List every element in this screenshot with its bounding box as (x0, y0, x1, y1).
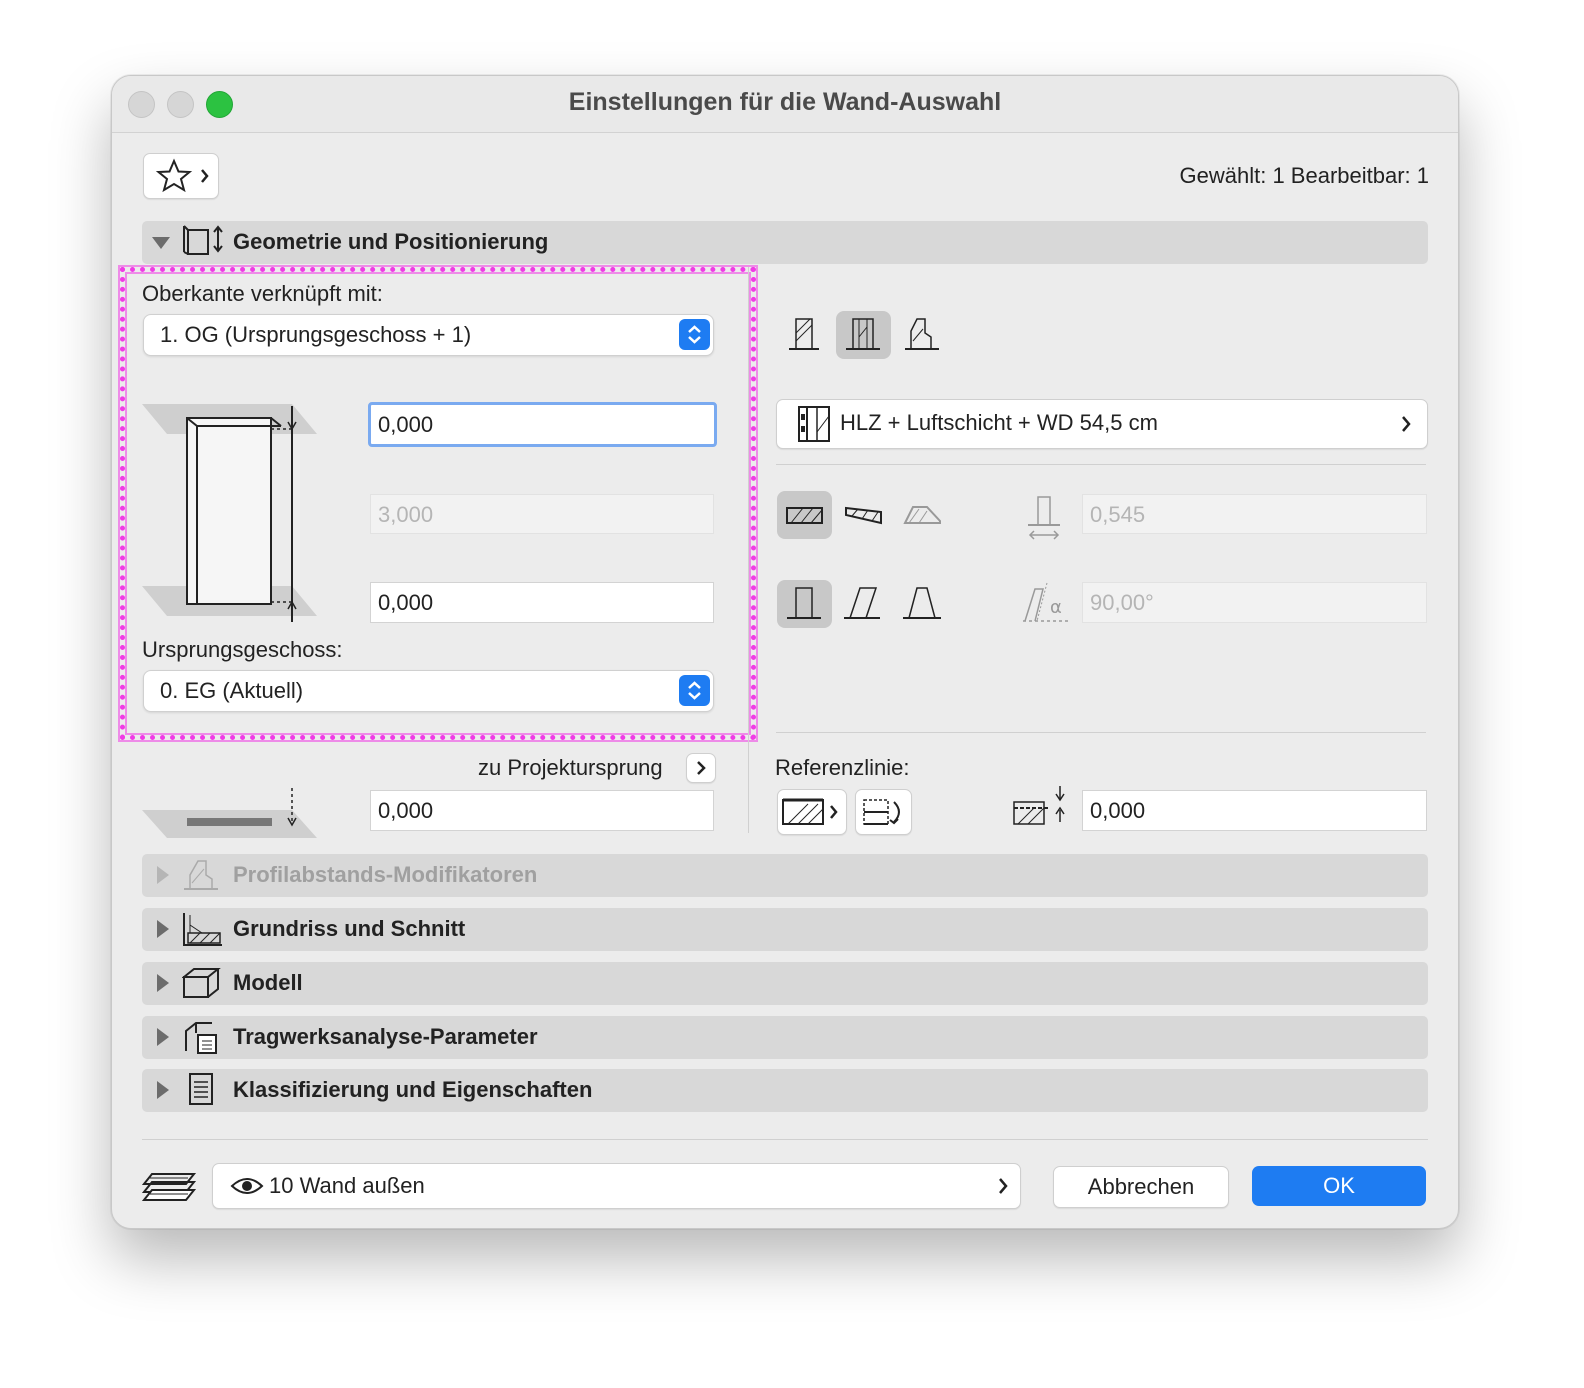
angle-icon: α (1023, 582, 1069, 622)
section-classification-label: Klassifizierung und Eigenschaften (233, 1077, 593, 1102)
wall-geometry-trapezoid-button[interactable] (836, 491, 891, 539)
layer-select[interactable]: 10 Wand außen (212, 1163, 1021, 1209)
chevron-right-icon (697, 761, 706, 775)
profile-modifier-icon (184, 860, 218, 890)
title-bar: Einstellungen für die Wand-Auswahl (112, 76, 1458, 133)
section-profile-modifiers[interactable]: Profilabstands-Modifikatoren (142, 854, 1428, 897)
wall-geometry-polygon-button[interactable] (895, 491, 950, 539)
composite-value: HLZ + Luftschicht + WD 54,5 cm (840, 410, 1158, 435)
cancel-button[interactable]: Abbrechen (1053, 1166, 1229, 1208)
star-icon (155, 158, 209, 193)
flip-reference-button[interactable] (855, 789, 912, 835)
reference-line-select-button[interactable] (777, 789, 847, 835)
section-floorplan-label: Grundriss und Schnitt (233, 916, 466, 941)
wall-slanted-icon (844, 587, 880, 619)
disclosure-closed-icon (157, 920, 169, 938)
project-zero-diagram (142, 788, 317, 838)
model-icon (182, 968, 221, 998)
reference-line-icon (782, 798, 838, 825)
composite-structure-icon (798, 406, 830, 442)
wall-straight-plan-icon (786, 507, 823, 524)
project-zero-label: zu Projektursprung (478, 755, 663, 780)
layer-icon (142, 1173, 197, 1201)
project-zero-input[interactable]: 0,000 (370, 790, 714, 831)
section-geometry[interactable]: Geometrie und Positionierung (142, 221, 1428, 264)
project-zero-chevron-button[interactable] (686, 753, 716, 783)
section-structural-label: Tragwerksanalyse-Parameter (233, 1024, 538, 1049)
highlight-frame (120, 267, 756, 740)
footer-separator (142, 1139, 1428, 1140)
section-floorplan[interactable]: Grundriss und Schnitt (142, 908, 1428, 951)
eye-icon (230, 1178, 264, 1194)
wall-type-composite-button[interactable] (836, 311, 891, 359)
composite-select[interactable]: HLZ + Luftschicht + WD 54,5 cm (776, 399, 1428, 449)
chevron-right-icon (1402, 416, 1411, 432)
wall-straight-icon (789, 318, 819, 350)
wall-profile-icon (905, 318, 939, 350)
reference-offset-input[interactable]: 0,000 (1082, 790, 1427, 831)
section-profile-label: Profilabstands-Modifikatoren (233, 862, 538, 887)
section-geometry-label: Geometrie und Positionierung (233, 229, 549, 254)
wall-trapezoid-plan-icon (845, 506, 882, 525)
wall-inclination-vertical-button[interactable] (777, 580, 832, 628)
chevron-right-icon (999, 1178, 1008, 1194)
reference-offset-icon (1013, 786, 1065, 825)
disclosure-closed-icon (157, 1028, 169, 1046)
wall-geometry-straight-button[interactable] (777, 491, 832, 539)
wall-type-straight-button[interactable] (777, 311, 832, 359)
wall-settings-dialog: Einstellungen für die Wand-Auswahl Gewäh… (111, 75, 1459, 1229)
floorplan-section-icon (183, 913, 222, 946)
disclosure-closed-icon (157, 866, 169, 884)
structural-analysis-icon (185, 1022, 217, 1054)
section-structural[interactable]: Tragwerksanalyse-Parameter (142, 1016, 1428, 1059)
layer-value: 10 Wand außen (269, 1173, 425, 1198)
wall-inclination-slanted-button[interactable] (836, 580, 891, 628)
wall-polygon-plan-icon (903, 506, 941, 524)
section-classification[interactable]: Klassifizierung und Eigenschaften (142, 1069, 1428, 1112)
flip-icon (863, 799, 900, 825)
disclosure-closed-icon (157, 1081, 169, 1099)
wall-inclination-double-slanted-button[interactable] (895, 580, 950, 628)
reference-separator (776, 732, 1426, 733)
wall-double-slanted-icon (903, 587, 941, 619)
disclosure-open-icon (152, 237, 170, 249)
column-separator (748, 267, 749, 833)
wall-type-profile-button[interactable] (895, 311, 950, 359)
geometry-icon (183, 225, 223, 255)
angle-input: 90,00° (1082, 582, 1427, 623)
wall-composite-icon (846, 318, 880, 350)
svg-text:α: α (1050, 597, 1062, 618)
composite-separator (776, 464, 1426, 465)
favorites-button[interactable] (143, 153, 219, 199)
document-icon (189, 1073, 213, 1105)
section-model-label: Modell (233, 970, 303, 995)
section-model[interactable]: Modell (142, 962, 1428, 1005)
thickness-input: 0,545 (1082, 494, 1427, 534)
wall-vertical-icon (787, 587, 821, 619)
thickness-icon (1028, 496, 1060, 540)
reference-line-label: Referenzlinie: (775, 755, 910, 780)
disclosure-closed-icon (157, 974, 169, 992)
ok-button[interactable]: OK (1252, 1166, 1426, 1206)
window-title: Einstellungen für die Wand-Auswahl (568, 88, 1002, 116)
selection-info: Gewählt: 1 Bearbeitbar: 1 (1179, 163, 1429, 188)
